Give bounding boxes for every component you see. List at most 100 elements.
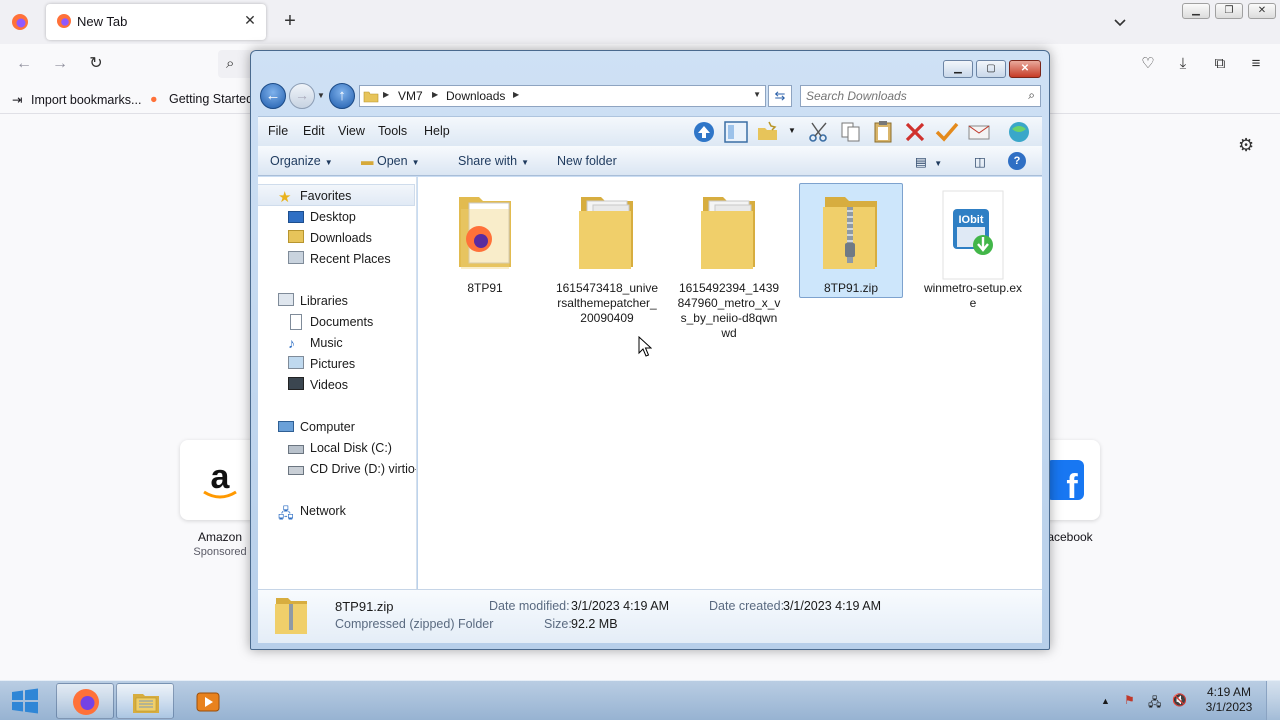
firefox-icon bbox=[73, 689, 99, 715]
explorer-folder-icon bbox=[133, 694, 159, 713]
nav-recent-places[interactable]: Recent Places bbox=[288, 251, 391, 266]
nav-documents[interactable]: Documents bbox=[290, 314, 373, 330]
forward-arrow-icon[interactable]: → bbox=[289, 83, 315, 109]
bookmark-import[interactable]: ⇥ Import bookmarks... bbox=[12, 92, 141, 107]
search-input[interactable] bbox=[806, 88, 1011, 104]
network-tray-icon[interactable]: 🖧 bbox=[1148, 693, 1161, 714]
properties-checkmark-icon[interactable] bbox=[934, 120, 960, 144]
forward-icon[interactable]: → bbox=[50, 54, 70, 74]
explorer-minimize-button[interactable]: ▁ bbox=[943, 60, 973, 78]
network-icon: 🖧 bbox=[278, 505, 294, 521]
breadcrumb-arrow-icon[interactable]: ▶ bbox=[383, 90, 389, 99]
explorer-close-button[interactable]: ✕ bbox=[1009, 60, 1041, 78]
bookmark-getting-started[interactable]: ● Getting Started bbox=[150, 92, 253, 106]
taskbar-explorer[interactable] bbox=[116, 683, 174, 719]
file-name: 8TP91 bbox=[467, 281, 503, 295]
file-item-selected[interactable]: 8TP91.zip bbox=[799, 183, 903, 353]
action-center-flag-icon[interactable]: ⚑ bbox=[1124, 693, 1135, 707]
nav-favorites[interactable]: ★ Favorites bbox=[278, 189, 351, 206]
breadcrumb-arrow-icon[interactable]: ▶ bbox=[513, 90, 519, 99]
folders-pane-icon[interactable] bbox=[723, 120, 749, 144]
nav-downloads[interactable]: Downloads bbox=[288, 230, 372, 245]
pocket-icon[interactable]: ♡ bbox=[1138, 54, 1158, 74]
refresh-icon[interactable]: ⇆ bbox=[768, 85, 792, 107]
share-with-button[interactable]: Share with ▼ bbox=[458, 154, 529, 168]
back-icon[interactable]: ← bbox=[14, 54, 34, 74]
list-all-tabs-icon[interactable] bbox=[1111, 13, 1129, 31]
menu-file[interactable]: File bbox=[268, 124, 288, 138]
address-bar[interactable]: ▶ VM7 ▶ Downloads ▶ ▼ bbox=[359, 85, 766, 107]
details-modified-value: 3/1/2023 4:19 AM bbox=[571, 599, 669, 613]
nav-videos[interactable]: Videos bbox=[288, 377, 348, 392]
file-item[interactable]: IObit winmetro-setup.exe bbox=[921, 183, 1025, 353]
nav-music[interactable]: ♪ Music bbox=[288, 335, 343, 351]
hamburger-menu-icon[interactable]: ≡ bbox=[1246, 54, 1266, 74]
change-view-icon[interactable]: ▤ ▼ bbox=[915, 154, 942, 169]
clock[interactable]: 4:19 AM 3/1/2023 bbox=[1200, 685, 1258, 715]
menu-help[interactable]: Help bbox=[424, 124, 450, 138]
file-item[interactable]: 1615473418_universalthemepatcher_2009040… bbox=[555, 183, 659, 353]
help-icon[interactable]: ? bbox=[1008, 152, 1026, 170]
close-button[interactable]: ✕ bbox=[1248, 3, 1276, 19]
volume-muted-icon[interactable]: 🔇 bbox=[1172, 693, 1187, 707]
downloads-icon[interactable]: ⤓ bbox=[1173, 54, 1193, 74]
explorer-maximize-button[interactable]: ▢ bbox=[976, 60, 1006, 78]
menu-edit[interactable]: Edit bbox=[303, 124, 325, 138]
tab-new-tab[interactable]: New Tab ✕ bbox=[46, 4, 266, 40]
breadcrumb-vm7[interactable]: VM7 bbox=[398, 89, 423, 103]
preview-pane-icon[interactable]: ◫ bbox=[974, 154, 986, 169]
svg-text:f: f bbox=[1066, 468, 1078, 506]
up-level-icon[interactable] bbox=[691, 120, 717, 144]
nav-desktop[interactable]: Desktop bbox=[288, 210, 356, 224]
restore-button[interactable]: ❐ bbox=[1215, 3, 1243, 19]
recent-pages-dropdown-icon[interactable]: ▼ bbox=[317, 91, 325, 100]
taskbar-firefox[interactable] bbox=[56, 683, 114, 719]
delete-icon[interactable] bbox=[902, 120, 928, 144]
copy-icon[interactable] bbox=[838, 120, 864, 144]
show-desktop-button[interactable] bbox=[1266, 681, 1280, 720]
import-icon: ⇥ bbox=[12, 93, 23, 107]
chevron-down-icon: ▼ bbox=[521, 158, 529, 167]
show-hidden-icons-icon[interactable]: ▲ bbox=[1101, 696, 1110, 706]
new-tab-button[interactable]: + bbox=[280, 11, 300, 31]
close-tab-icon[interactable]: ✕ bbox=[242, 12, 258, 28]
back-arrow-icon[interactable]: ← bbox=[260, 83, 286, 109]
nav-cd-drive[interactable]: CD Drive (D:) virtio-w bbox=[288, 462, 416, 476]
file-item[interactable]: 1615492394_1439847960_metro_x_vs_by_neii… bbox=[677, 183, 781, 353]
search-box[interactable]: ⌕ bbox=[800, 85, 1041, 107]
details-size-label: Size: bbox=[544, 617, 572, 631]
folder-icon bbox=[579, 197, 633, 269]
folder-options-dropdown-icon[interactable]: ▼ bbox=[788, 126, 796, 135]
reload-icon[interactable]: ↻ bbox=[86, 54, 106, 74]
breadcrumb-arrow-icon[interactable]: ▶ bbox=[432, 90, 438, 99]
paste-icon[interactable] bbox=[870, 120, 896, 144]
nav-computer[interactable]: Computer bbox=[278, 420, 355, 434]
nav-local-disk[interactable]: Local Disk (C:) bbox=[288, 441, 392, 455]
new-folder-button[interactable]: New folder bbox=[557, 154, 617, 168]
menu-tools[interactable]: Tools bbox=[378, 124, 407, 138]
up-arrow-icon[interactable]: ↑ bbox=[329, 83, 355, 109]
email-icon[interactable] bbox=[966, 120, 992, 144]
cut-icon[interactable] bbox=[806, 120, 832, 144]
globe-icon[interactable] bbox=[1006, 120, 1032, 144]
firefox-menu-icon[interactable] bbox=[10, 12, 30, 32]
open-button[interactable]: ▬ Open ▼ bbox=[361, 154, 420, 168]
start-button-windows-icon[interactable] bbox=[8, 685, 42, 717]
nav-pictures[interactable]: Pictures bbox=[288, 356, 355, 371]
nav-network[interactable]: 🖧 Network bbox=[278, 504, 346, 521]
extensions-icon[interactable]: ⧉ bbox=[1210, 54, 1230, 74]
organize-button[interactable]: Organize ▼ bbox=[270, 154, 333, 168]
shortcut-amazon[interactable]: a bbox=[180, 440, 260, 520]
gear-icon[interactable]: ⚙ bbox=[1238, 135, 1254, 156]
nav-libraries[interactable]: Libraries bbox=[278, 293, 348, 308]
taskbar-media-player[interactable] bbox=[180, 683, 232, 719]
breadcrumb-downloads[interactable]: Downloads bbox=[446, 89, 505, 103]
minimize-button[interactable]: ▁ bbox=[1182, 3, 1210, 19]
details-modified-label: Date modified: bbox=[489, 599, 570, 613]
file-item[interactable]: 8TP91 bbox=[433, 183, 537, 353]
folder-options-icon[interactable] bbox=[755, 120, 781, 144]
search-icon[interactable]: ⌕ bbox=[1028, 88, 1035, 103]
zip-folder-icon bbox=[823, 197, 877, 269]
menu-view[interactable]: View bbox=[338, 124, 365, 138]
address-dropdown-icon[interactable]: ▼ bbox=[753, 90, 761, 99]
